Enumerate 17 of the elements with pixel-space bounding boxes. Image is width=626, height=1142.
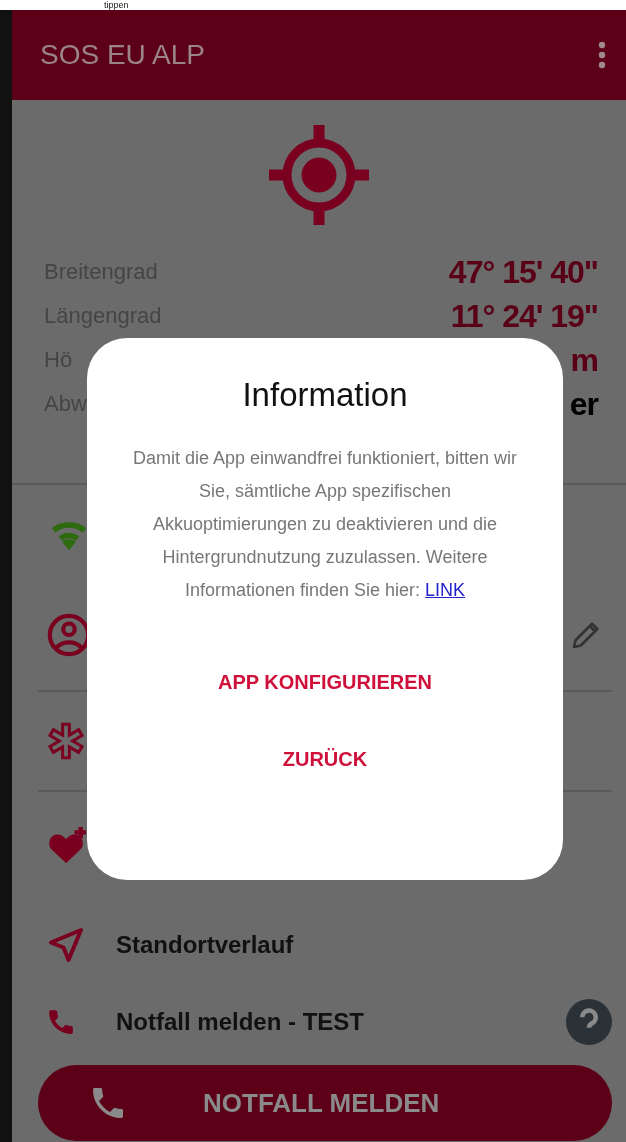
- caption-text: tippen: [104, 0, 129, 10]
- dialog-message: Damit die App einwandfrei funktioniert, bitten wir Sie, sämtliche App spezifischen Akkuoptimierungen zu deaktivieren und die Hintergrundnutzung zuzulassen. Weitere Informationen finden Sie hier: LINK: [131, 447, 519, 602]
- menu-item-label[interactable]: Standortverlauf: [116, 930, 294, 959]
- dialog-title: Information: [242, 376, 408, 414]
- app-title: SOS EU ALP: [40, 39, 205, 71]
- emergency-call-button[interactable]: NOTFALL MELDEN: [38, 1065, 612, 1141]
- help-icon[interactable]: [566, 999, 612, 1045]
- coordinate-value: m: [570, 341, 598, 379]
- more-menu-icon[interactable]: [598, 41, 606, 69]
- menu-item-label[interactable]: Notfall melden - TEST: [116, 1008, 364, 1036]
- coordinate-value: er: [569, 385, 598, 423]
- phone-icon: [46, 1007, 76, 1037]
- coordinate-value: 11° 24' 19": [450, 297, 598, 335]
- coordinate-value: 47° 15' 40": [448, 253, 598, 291]
- medical-asterisk-icon: [46, 721, 86, 761]
- info-link[interactable]: LINK: [425, 580, 466, 600]
- location-target-icon: [269, 125, 369, 225]
